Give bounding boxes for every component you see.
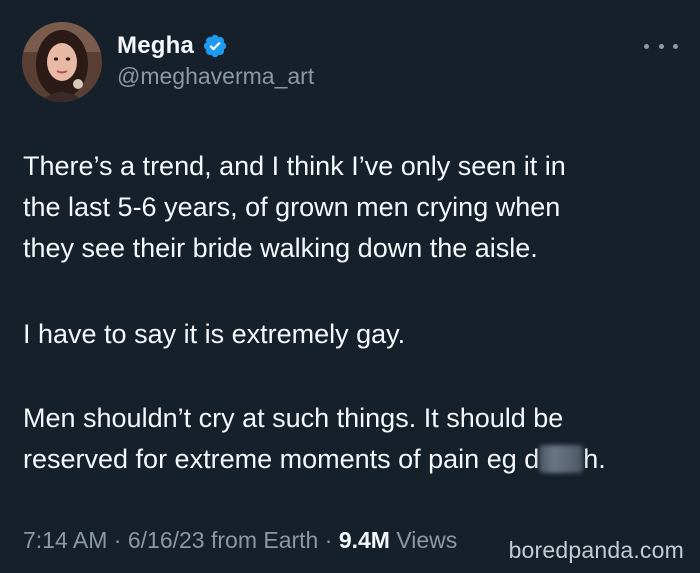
more-options-icon[interactable] [644,36,678,56]
tweet-paragraph-2: I have to say it is extremely gay. [23,319,406,349]
meta-separator: · [107,527,128,553]
author-handle[interactable]: @meghaverma_art [117,63,314,90]
tweet-paragraph-3-line-2-suffix: h. [583,444,606,474]
tweet-paragraph-3-line-1: Men shouldn’t cry at such things. It sho… [23,403,564,433]
more-dot [644,43,649,49]
tweet-meta: 7:14 AM · 6/16/23 from Earth · 9.4M View… [23,527,457,554]
avatar[interactable] [22,22,102,102]
meta-separator: · [318,527,339,553]
tweet-paragraph-1: There’s a trend, and I think I’ve only s… [23,151,566,263]
tweet-paragraph-3: Men shouldn’t cry at such things. It sho… [23,398,683,480]
more-dot [658,43,664,49]
tweet-source: from Earth [204,527,319,553]
views-label: Views [389,527,458,553]
verified-badge-icon [202,33,228,59]
more-dot [673,43,678,49]
tweet-card: Megha @meghaverma_art There’s a trend, a… [0,0,700,573]
views-count[interactable]: 9.4M [339,527,390,553]
tweet-date[interactable]: 6/16/23 [128,527,205,553]
censored-word [539,445,584,473]
author-display-name[interactable]: Megha [117,32,194,60]
tweet-time[interactable]: 7:14 AM [23,527,107,553]
author-name-row: Megha [117,31,228,61]
tweet-paragraph-3-line-2-prefix: reserved for extreme moments of pain eg … [23,444,540,474]
avatar-image [22,22,102,102]
watermark: boredpanda.com [508,537,684,563]
